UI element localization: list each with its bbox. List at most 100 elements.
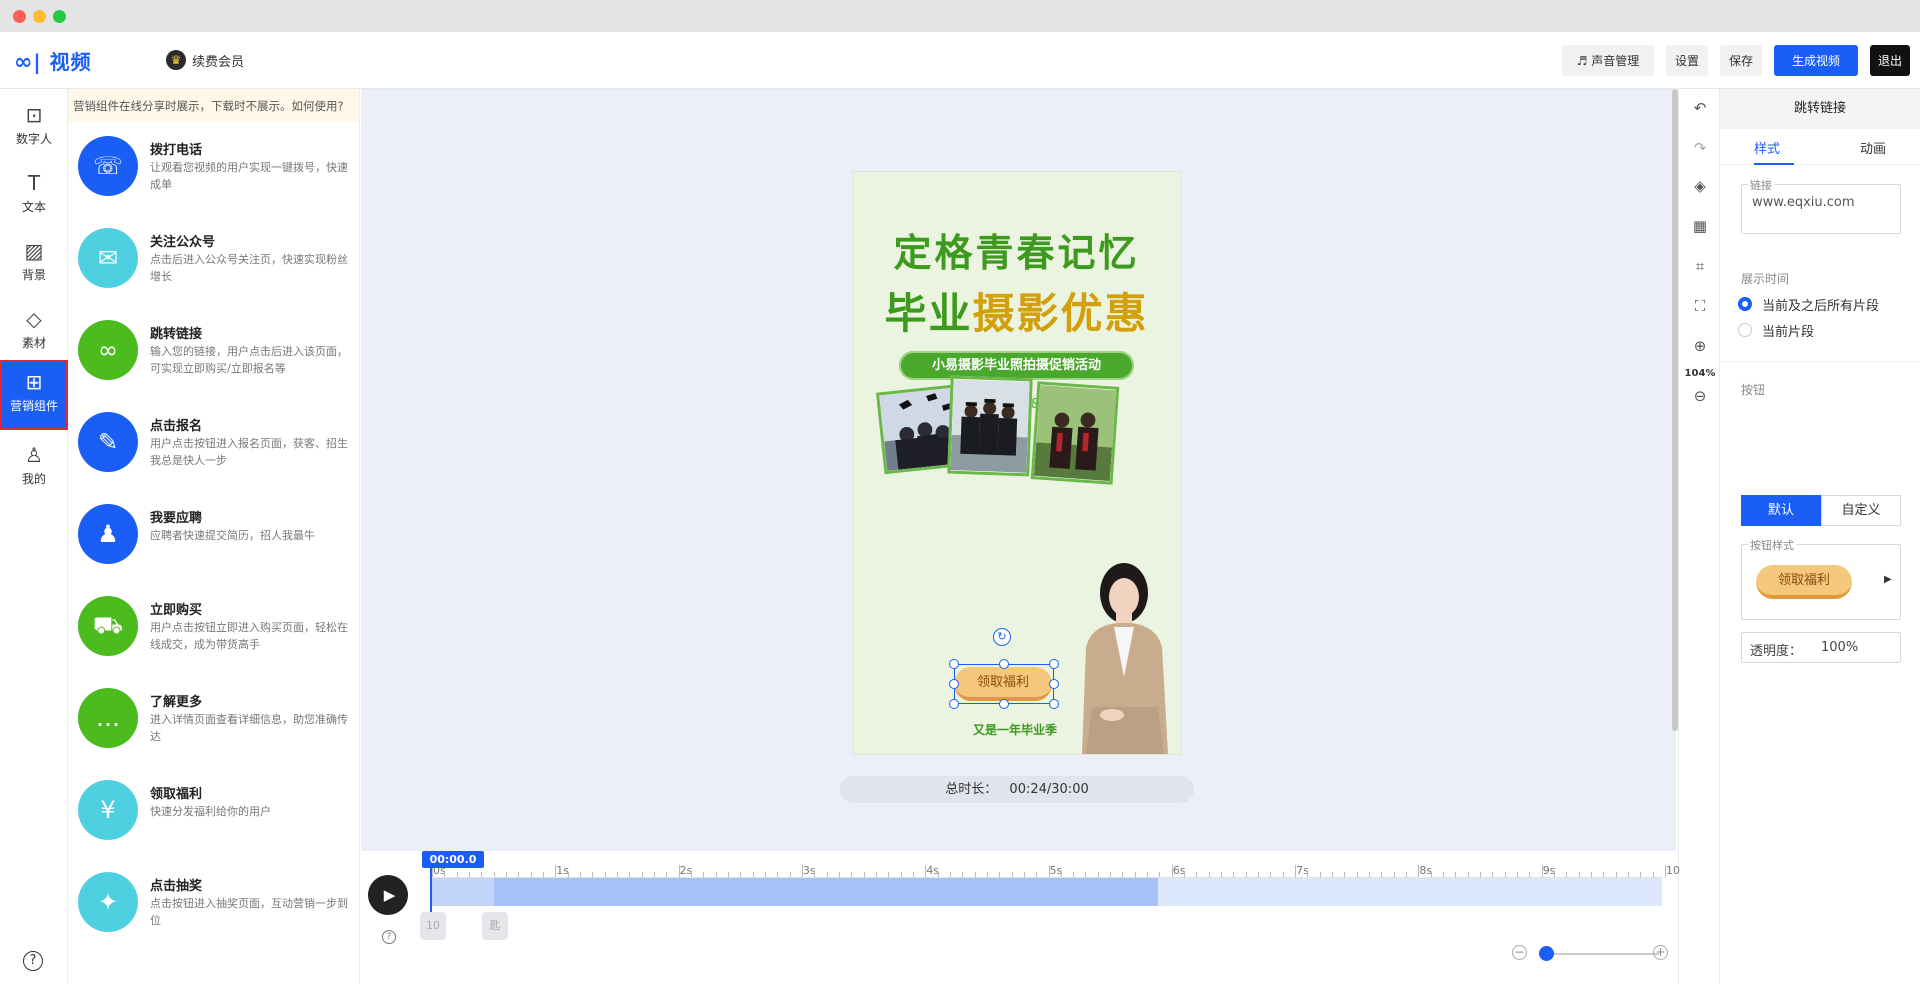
link-field[interactable]: 链接 www.eqxiu.com	[1741, 177, 1901, 234]
button-style-preview[interactable]: 领取福利	[1756, 565, 1852, 599]
opacity-field[interactable]: 透明度： 100%	[1741, 632, 1901, 663]
timeline-ruler[interactable]: 0s 1s 2s 3s 4s 5s 6s 7s 8s 9s 10	[427, 852, 1680, 878]
timeline-help-icon[interactable]: ?	[382, 930, 396, 944]
component-item[interactable]: ¥ 领取福利 快速分发福利给你的用户	[68, 766, 359, 858]
crop-icon[interactable]: ⌗	[1691, 257, 1709, 275]
save-button[interactable]: 保存	[1720, 45, 1762, 76]
link-value[interactable]: www.eqxiu.com	[1752, 195, 1855, 210]
undo-icon[interactable]: ↶	[1691, 99, 1709, 117]
component-name: 我要应聘	[150, 511, 203, 526]
component-item[interactable]: ∞ 跳转链接 输入您的链接，用户点击后进入该页面，可实现立即购买/立即报名等	[68, 306, 359, 398]
component-item[interactable]: … 了解更多 进入详情页面查看详细信息，助您准确传达	[68, 674, 359, 766]
settings-button[interactable]: 设置	[1666, 45, 1708, 76]
poster-subtitle[interactable]: 毕业摄影优惠	[853, 280, 1180, 341]
timeline-zoom-in-icon[interactable]: +	[1653, 945, 1668, 960]
layers-icon[interactable]: ◈	[1691, 177, 1709, 195]
caret-right-icon[interactable]: ▶	[1884, 574, 1892, 585]
radio-all-segments[interactable]	[1738, 297, 1752, 311]
poster-title[interactable]: 定格青春记忆	[853, 222, 1180, 277]
resize-handle-sw[interactable]	[949, 699, 959, 709]
component-desc: 应聘者快速提交简历，招人我最牛	[150, 529, 315, 542]
help-icon[interactable]: ?	[23, 951, 43, 971]
ruler-tick	[1554, 872, 1556, 877]
vip-renew-link[interactable]: ♛ 续费会员	[166, 50, 244, 70]
exit-button[interactable]: 退出	[1870, 45, 1910, 76]
nav-text[interactable]: T 文本	[0, 161, 68, 225]
maximize-window-button[interactable]	[53, 10, 66, 23]
play-button[interactable]: ▶	[368, 875, 408, 915]
poster-footer[interactable]: 又是一年毕业季	[973, 721, 1057, 738]
nav-mine[interactable]: ♙ 我的	[0, 433, 68, 497]
nav-background[interactable]: ▨ 背景	[0, 229, 68, 293]
timeline-clip-head[interactable]	[432, 878, 494, 906]
poster-pill[interactable]: 小易摄影毕业照拍摄促销活动	[899, 351, 1134, 380]
resize-handle-ne[interactable]	[1049, 659, 1059, 669]
rotate-handle-icon[interactable]: ↻	[993, 628, 1011, 646]
resize-handle-w[interactable]	[949, 679, 959, 689]
component-item[interactable]: ☏ 拨打电话 让观看您视频的用户实现一键拨号，快速成单	[68, 122, 359, 214]
digital-human-avatar[interactable]	[1068, 557, 1180, 754]
fullscreen-icon[interactable]: ⛶	[1691, 297, 1709, 315]
playhead-time[interactable]: 00:00.0	[422, 851, 484, 868]
generate-video-button[interactable]: 生成视频	[1774, 45, 1858, 76]
app-logo[interactable]: ∞| 视频	[14, 46, 92, 75]
timeline-chip-1[interactable]: 10	[420, 912, 446, 940]
ruler-tick	[974, 872, 976, 877]
nav-marketing[interactable]: ⊞ 营销组件	[0, 360, 68, 430]
ruler-tick	[1221, 872, 1223, 877]
ruler-tick	[1282, 872, 1284, 877]
component-item[interactable]: ✎ 点击报名 用户点击按钮进入报名页面，获客、招生我总是快人一步	[68, 398, 359, 490]
resize-handle-se[interactable]	[1049, 699, 1059, 709]
component-icon: ✎	[78, 412, 138, 472]
minimize-window-button[interactable]	[33, 10, 46, 23]
radio-all-segments-label[interactable]: 当前及之后所有片段	[1762, 295, 1879, 314]
close-window-button[interactable]	[13, 10, 26, 23]
playhead-line[interactable]	[430, 866, 432, 914]
tab-animation[interactable]: 动画	[1860, 138, 1886, 157]
button-mode-custom[interactable]: 自定义	[1821, 495, 1901, 526]
component-name: 跳转链接	[150, 327, 203, 342]
ruler-tick	[678, 865, 680, 877]
crown-icon: ♛	[166, 50, 186, 70]
radio-current-segment-label[interactable]: 当前片段	[1762, 321, 1814, 340]
timeline-chip-2[interactable]: 匙	[482, 912, 508, 940]
ruler-tick	[888, 872, 890, 877]
ruler-tick	[1196, 872, 1198, 877]
button-style-legend: 按钮样式	[1748, 537, 1796, 553]
component-item[interactable]: ⛟ 立即购买 用户点击按钮立即进入购买页面，轻松在线成交，成为带货高手	[68, 582, 359, 674]
sound-manage-button[interactable]: ♬ 声音管理	[1562, 45, 1654, 76]
timeline-zoom-slider[interactable]	[1539, 953, 1659, 955]
resize-handle-s[interactable]	[999, 699, 1009, 709]
props-tabs: 样式 动画	[1720, 129, 1920, 165]
ruler-tick	[1134, 872, 1136, 877]
resize-handle-n[interactable]	[999, 659, 1009, 669]
nav-digital-human[interactable]: ⊡ 数字人	[0, 93, 68, 157]
nav-label: 我的	[21, 472, 46, 486]
component-item[interactable]: ✉ 关注公众号 点击后进入公众号关注页，快速实现粉丝增长	[68, 214, 359, 306]
timeline-zoom-out-icon[interactable]: −	[1512, 945, 1527, 960]
panel-notice[interactable]: 营销组件在线分享时展示，下载时不展示。如何使用?	[68, 89, 359, 122]
ruler-tick	[851, 872, 853, 877]
zoom-in-icon[interactable]: ⊕	[1691, 337, 1709, 355]
opacity-value[interactable]: 100%	[1821, 640, 1858, 655]
tab-style[interactable]: 样式	[1754, 138, 1780, 157]
resize-handle-nw[interactable]	[949, 659, 959, 669]
button-mode-default[interactable]: 默认	[1741, 495, 1821, 526]
nav-material[interactable]: ◇ 素材	[0, 297, 68, 361]
component-item[interactable]: ♟ 我要应聘 应聘者快速提交简历，招人我最牛	[68, 490, 359, 582]
poster-photo-2[interactable]	[947, 375, 1033, 477]
timeline-clip[interactable]	[432, 878, 1158, 906]
resize-handle-e[interactable]	[1049, 679, 1059, 689]
timeline-zoom-knob[interactable]	[1539, 946, 1554, 961]
logo-text: | 视频	[33, 50, 92, 74]
ruler-tick	[1443, 872, 1445, 877]
poster-photo-3[interactable]	[1030, 381, 1120, 485]
radio-current-segment[interactable]	[1738, 323, 1752, 337]
component-name: 了解更多	[150, 695, 203, 710]
button-style-field[interactable]: 按钮样式 领取福利 ▶	[1741, 537, 1901, 620]
redo-icon[interactable]: ↷	[1691, 139, 1709, 157]
grid-table-icon[interactable]: ▦	[1691, 217, 1709, 235]
component-item[interactable]: ✦ 点击抽奖 点击按钮进入抽奖页面，互动营销一步到位	[68, 858, 359, 950]
zoom-out-icon[interactable]: ⊖	[1691, 387, 1709, 405]
ruler-tick	[1023, 872, 1025, 877]
